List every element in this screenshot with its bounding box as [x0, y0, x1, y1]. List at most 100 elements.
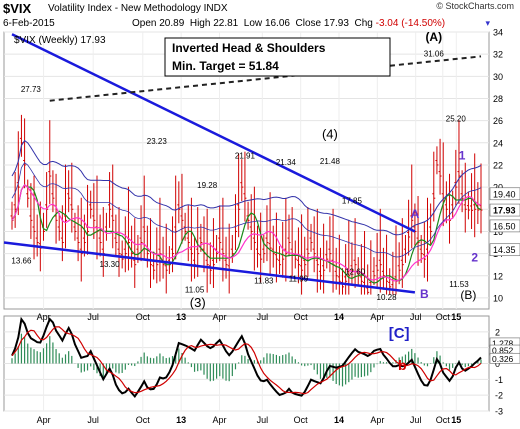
annotation-target: Min. Target = 51.84 [172, 59, 279, 73]
value-box [489, 219, 520, 233]
ma-short-line [11, 184, 482, 284]
ind-value-box [489, 352, 520, 364]
price-label: 27.73 [21, 85, 42, 94]
ind-value-label: 0.852 [492, 346, 514, 356]
x-tick-label: Oct [136, 415, 151, 425]
price-label: 10.28 [377, 293, 398, 302]
upper-mid-band-line [11, 162, 482, 258]
price-label: 11.05 [185, 285, 205, 294]
price-label: 25.20 [446, 115, 467, 124]
wave-label: (4) [322, 126, 338, 141]
ind-value-label: 0.326 [492, 354, 514, 364]
x-tick-label: Oct [436, 415, 451, 425]
x-tick-label: Jul [87, 415, 99, 425]
y-tick-label: 30 [493, 72, 503, 82]
y-tick-label: 32 [493, 50, 503, 60]
x-tick-label: Jul [410, 415, 422, 425]
price-label: 13.66 [11, 257, 32, 266]
ind-value-box [489, 337, 520, 349]
wave-label: b [398, 357, 407, 373]
indicator-panel [3, 315, 490, 412]
lower-trendline [3, 241, 416, 294]
chart-header: $VIX Volatility Index - New Methodology … [0, 0, 520, 33]
y-tick-label: 10 [493, 293, 503, 303]
y-tick-label: 16 [493, 227, 503, 237]
x-tick-label: 13 [176, 312, 186, 322]
price-label: 12.60 [345, 268, 366, 277]
x-tick-label: Apr [212, 415, 226, 425]
y-tick-label: 20 [493, 183, 503, 193]
x-tick-label: Apr [37, 415, 51, 425]
value-box-label: 19.40 [493, 189, 516, 199]
x-tick-label: Apr [370, 415, 384, 425]
ind-y-tick-label: 1 [495, 343, 500, 353]
x-tick-label: 14 [334, 312, 344, 322]
price-label: 11.53 [449, 280, 469, 289]
ma-mid-line [11, 184, 482, 282]
x-tick-label: Apr [37, 312, 51, 322]
ind-value-box [489, 344, 520, 356]
x-tick-label: Jul [257, 312, 269, 322]
x-tick-label: 15 [451, 312, 461, 322]
signal-line [11, 326, 482, 395]
price-label: 31.06 [424, 49, 445, 58]
y-tick-label: 18 [493, 205, 503, 215]
wave-label: (3) [190, 295, 206, 310]
wave-label: (B) [460, 288, 476, 302]
value-box [489, 187, 520, 201]
price-label: 17.85 [342, 197, 363, 206]
ohlc-readout: Open 20.89 High 22.81 Low 16.06 Close 17… [132, 18, 446, 29]
y-tick-label: 12 [493, 271, 503, 281]
main-panel [3, 31, 490, 310]
price-label: 13.30 [100, 260, 121, 269]
wave-label: 2 [471, 250, 478, 264]
value-box-label: 17.93 [493, 206, 516, 216]
ind-value-label: 1.278 [492, 338, 514, 348]
x-tick-label: Apr [370, 312, 384, 322]
ind-y-tick-label: -3 [495, 407, 503, 417]
x-tick-label: Oct [294, 415, 309, 425]
x-tick-label: Oct [436, 312, 451, 322]
symbol: $VIX [3, 1, 32, 16]
vix-chart: 10121416182022242628303234-3-2-1012AprAp… [3, 28, 520, 425]
wave-label: [C] [389, 325, 410, 342]
y-tick-label: 14 [493, 249, 503, 259]
y-tick-label: 22 [493, 160, 503, 170]
price-label: 11.99 [289, 274, 309, 283]
price-label: 21.48 [320, 157, 341, 166]
wave-label: 1 [459, 148, 466, 162]
price-label: 19.28 [197, 181, 218, 190]
brand: © StockCharts.com [436, 1, 514, 11]
annotation-box [164, 37, 391, 77]
x-tick-label: 14 [334, 415, 344, 425]
chart-legend: $VIX (Weekly) 17.93 [14, 35, 106, 46]
price-label: 21.34 [276, 158, 297, 167]
upper-band-line [11, 139, 482, 236]
ind-y-tick-label: -2 [495, 391, 503, 401]
ind-y-tick-label: 2 [495, 327, 500, 337]
ind-y-tick-label: 0 [495, 359, 500, 369]
x-tick-label: Jul [410, 312, 422, 322]
price-label: 11.83 [254, 277, 274, 286]
x-tick-label: 15 [451, 415, 461, 425]
falling-trendline [11, 33, 416, 233]
value-box [489, 243, 520, 257]
price-label: 23.23 [147, 137, 168, 146]
x-tick-label: Apr [212, 312, 226, 322]
ind-y-tick-label: -1 [495, 375, 503, 385]
y-tick-label: 26 [493, 116, 503, 126]
x-tick-label: 13 [176, 415, 186, 425]
description: Volatility Index - New Methodology INDX [48, 3, 228, 14]
annotation-title: Inverted Head & Shoulders [172, 41, 326, 55]
wave-label: A [411, 207, 420, 221]
value-box-label: 14.35 [493, 245, 516, 255]
wave-label: B [420, 287, 429, 301]
dropdown-icon[interactable]: ▾ [485, 18, 490, 29]
oscillator-line [11, 316, 482, 399]
value-box [489, 203, 520, 217]
value-box-label: 16.50 [493, 221, 516, 231]
x-tick-label: Jul [87, 312, 99, 322]
neckline [49, 55, 482, 102]
date-label: 6-Feb-2015 [3, 18, 55, 29]
y-tick-label: 24 [493, 138, 503, 148]
